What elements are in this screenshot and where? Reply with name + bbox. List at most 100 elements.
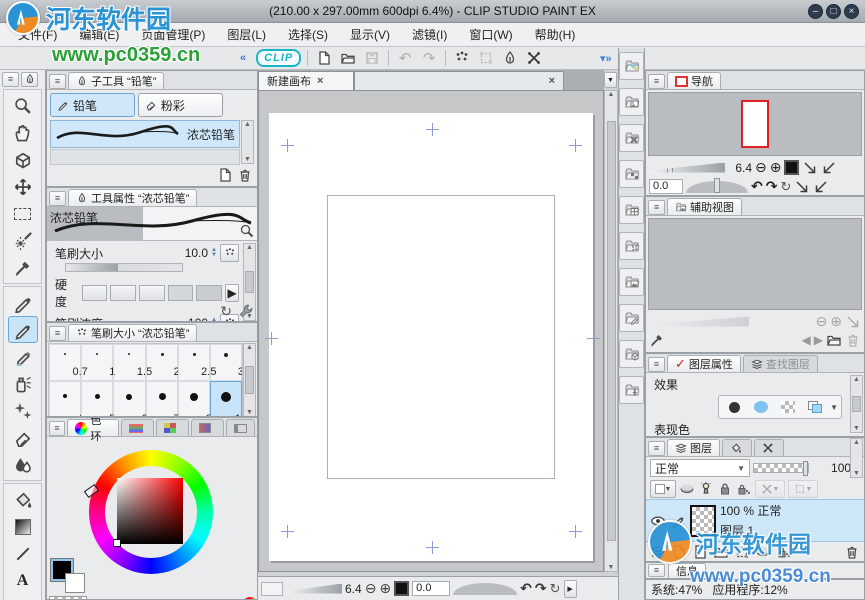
subview-trash-icon[interactable] xyxy=(845,332,861,348)
subview-tab[interactable]: 辅助视图 xyxy=(667,198,742,215)
clip-group-button[interactable]: ▼ xyxy=(755,480,785,498)
canvas-vscrollbar[interactable]: ▲▼ xyxy=(604,90,618,572)
intermediate-color-tab[interactable] xyxy=(191,419,224,436)
open-file-button[interactable] xyxy=(338,49,358,68)
clip-portal-button[interactable]: CLIP xyxy=(256,49,301,67)
collapse-left-dock-icon[interactable]: « xyxy=(240,52,246,64)
menu-filter[interactable]: 滤镜(I) xyxy=(402,23,457,46)
bottom-bar-expand-icon[interactable]: ▶ xyxy=(564,580,577,598)
rotate-right-icon[interactable]: ↷ xyxy=(535,580,547,597)
subtool-panel-tab[interactable]: 子工具 “铅笔” xyxy=(68,72,164,89)
delete-layer-icon[interactable] xyxy=(844,544,860,560)
ruler-button[interactable]: ▼ xyxy=(788,480,818,498)
pen-tool-button[interactable] xyxy=(8,289,38,316)
nav-zoom-in-icon[interactable]: ⊕ xyxy=(770,159,782,176)
info-menu-button[interactable]: ≡ xyxy=(648,564,665,577)
menu-window[interactable]: 窗口(W) xyxy=(459,23,522,46)
layer-color-swatch-button[interactable]: ▼ xyxy=(650,480,676,498)
layer-mask-icon[interactable] xyxy=(776,544,792,560)
size-cell-3[interactable]: 3 xyxy=(210,344,242,381)
effect-border-button[interactable] xyxy=(722,397,746,417)
transfer-layer-icon[interactable] xyxy=(734,544,750,560)
figure-tool-button[interactable] xyxy=(8,540,38,567)
menu-select[interactable]: 选择(S) xyxy=(278,23,338,46)
subview-zoom-out-icon[interactable]: ⊖ xyxy=(816,313,828,330)
zoom-tool-button[interactable] xyxy=(8,92,38,119)
subview-menu-button[interactable]: ≡ xyxy=(648,200,665,215)
layer-property-tab[interactable]: ✓ 图层属性 xyxy=(667,355,741,372)
tab-list-button[interactable]: ▼ xyxy=(604,72,617,88)
decoration-tool-button[interactable] xyxy=(8,397,38,424)
zoom-in-icon[interactable]: ⊕ xyxy=(379,580,391,597)
navigator-tab[interactable]: 导航 xyxy=(667,72,721,89)
mask-icon[interactable] xyxy=(679,481,695,497)
menu-view[interactable]: 显示(V) xyxy=(340,23,400,46)
layer-row-selected[interactable]: 100 % 正常 图层 1 ▲▼ xyxy=(646,499,864,542)
subtool-menu-button[interactable]: ≡ xyxy=(49,74,66,89)
material-folder-frame-template[interactable] xyxy=(619,196,644,224)
brush-size-slider[interactable] xyxy=(65,263,183,272)
brush-size-panel-tab[interactable]: 笔刷大小 “浓芯铅笔” xyxy=(68,324,197,341)
brush-size-stepper[interactable]: ▲▼ xyxy=(211,248,217,258)
info-tab[interactable]: 信息 xyxy=(668,563,706,578)
nav-flip-h-icon[interactable] xyxy=(802,160,818,176)
navigator-zoom-slider[interactable] xyxy=(649,163,725,173)
lock-transparent-icon[interactable] xyxy=(736,481,752,497)
new-folder-icon[interactable] xyxy=(713,544,729,560)
save-button[interactable] xyxy=(362,49,382,68)
transparent-color-swatch[interactable] xyxy=(49,596,87,600)
eraser-tool-button[interactable] xyxy=(8,424,38,451)
blend-tool-button[interactable] xyxy=(8,451,38,478)
canvas-tab-2[interactable]: × xyxy=(354,71,564,90)
material-folder-image[interactable] xyxy=(619,88,644,116)
nav-rotate-left-icon[interactable]: ↶ xyxy=(751,178,763,195)
maximize-button[interactable]: □ xyxy=(826,4,841,19)
new-file-button[interactable] xyxy=(314,49,334,68)
navigator-rotation-slider[interactable] xyxy=(686,181,748,193)
snap-off-button[interactable] xyxy=(524,49,544,68)
material-folder-illustration[interactable] xyxy=(619,268,644,296)
preview-magnifier-icon[interactable] xyxy=(239,223,255,239)
move-tool-button[interactable] xyxy=(8,173,38,200)
layers-tab[interactable]: 图层 xyxy=(667,439,720,456)
close-button[interactable]: × xyxy=(844,4,859,19)
effect-tone-button[interactable] xyxy=(749,397,773,417)
material-folder-3d[interactable] xyxy=(619,340,644,368)
pencil-tool-button[interactable] xyxy=(8,316,38,343)
navigator-preview[interactable] xyxy=(648,92,862,156)
size-cell-4[interactable]: 4 xyxy=(49,381,81,417)
reference-layer-icon[interactable] xyxy=(698,481,714,497)
canvas-tab-active[interactable]: 新建画布 × xyxy=(258,71,354,90)
material-dock-arrows[interactable]: ▾» xyxy=(600,52,612,65)
effect-more-icon[interactable]: ▼ xyxy=(830,403,838,412)
brush-size-dynamics-button[interactable] xyxy=(220,244,239,262)
undo-button[interactable]: ↶ xyxy=(395,49,415,68)
snap-settings-button[interactable] xyxy=(452,49,472,68)
marker-tool-button[interactable] xyxy=(8,343,38,370)
eyedropper-tool-button[interactable] xyxy=(8,254,38,281)
transform-button[interactable] xyxy=(476,49,496,68)
scroll-up-icon[interactable]: ▲ xyxy=(244,121,251,128)
hardness-seg-5[interactable] xyxy=(196,285,222,301)
size-cell-2[interactable]: 2 xyxy=(146,344,178,381)
hardness-seg-2[interactable] xyxy=(110,285,136,301)
airbrush-tool-button[interactable] xyxy=(8,370,38,397)
material-folder-edit[interactable] xyxy=(619,304,644,332)
reset-rotation-icon[interactable]: ↻ xyxy=(550,581,561,597)
color-panel-menu-button[interactable]: ≡ xyxy=(49,421,65,436)
size-cell-10-selected[interactable]: 10 xyxy=(210,381,242,417)
subtool-scrollbar[interactable]: ▲ ▼ xyxy=(241,120,254,164)
close-tab2-icon[interactable]: × xyxy=(549,75,555,87)
sv-marker[interactable] xyxy=(113,539,121,547)
layer-thumbnail[interactable] xyxy=(690,505,716,537)
subview-fit-icon[interactable] xyxy=(845,314,861,330)
size-cell-8[interactable]: 8 xyxy=(178,381,210,417)
brush-settings-button[interactable] xyxy=(500,49,520,68)
brush-size-menu-button[interactable]: ≡ xyxy=(49,326,66,341)
merge-layer-icon[interactable] xyxy=(755,544,771,560)
fit-to-window-button[interactable] xyxy=(394,581,409,596)
menu-edit[interactable]: 编辑(E) xyxy=(69,23,129,46)
new-raster-layer-icon[interactable] xyxy=(671,544,687,560)
nav-mirror-h-icon[interactable] xyxy=(794,179,810,195)
subview-eyedropper-icon[interactable] xyxy=(649,332,665,348)
